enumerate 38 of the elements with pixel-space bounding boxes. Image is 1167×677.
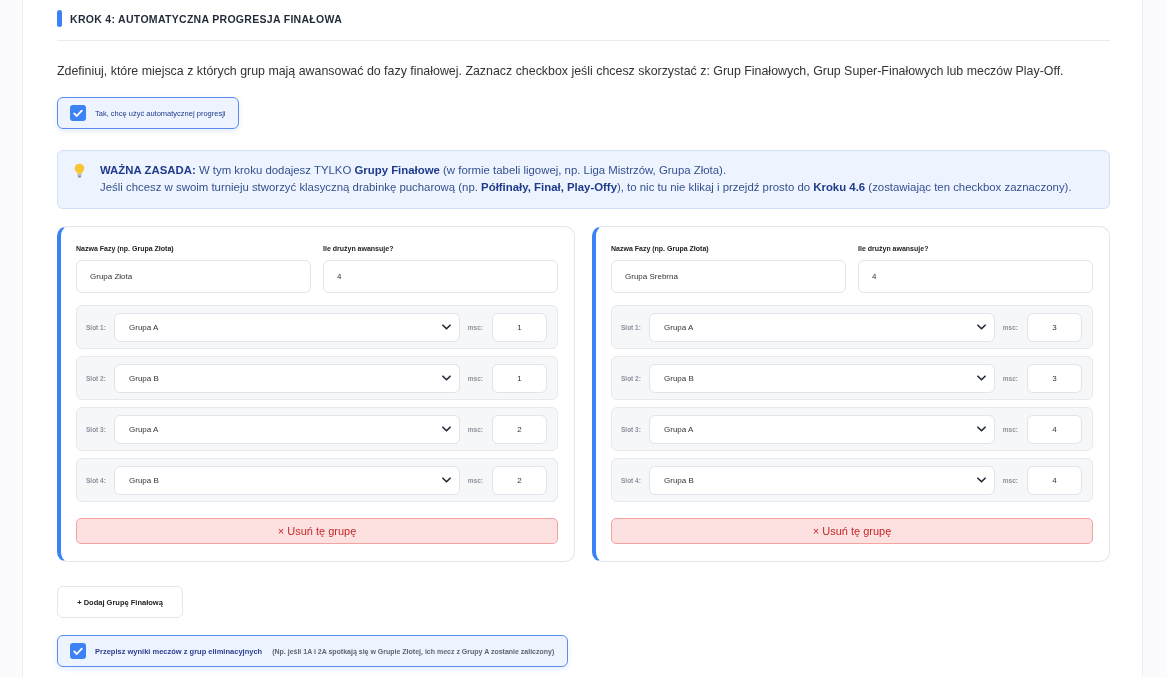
text-field[interactable]: Grupa Złota [76,260,311,293]
info-text: Jeśli chcesz w swoim turnieju stworzyć klasyczną drabinkę pucharową (np. Półfinały, Finał, Play-Offy), to nic tu nie klikaj i przejdź prosto do Kroku 4.6 (zostawiając ten checkbox zaznaczony). [100,180,1072,195]
place-field[interactable]: 1 [492,312,547,342]
group-dropdown[interactable]: Grupa A [114,312,460,342]
number-field[interactable]: 4 [323,260,558,293]
chevron-down-icon [441,375,451,381]
place-field[interactable]: 3 [1027,363,1082,393]
checkbox[interactable] [70,643,86,659]
lightbulb-icon [74,163,85,178]
group-dropdown[interactable]: Grupa B [649,465,995,495]
title-marker-icon [57,10,62,27]
step-title: KROK 4: AUTOMATYCZNA PROGRESJA FINAŁOWA [70,12,343,25]
chevron-down-icon [976,426,986,432]
chevron-down-icon [976,324,986,330]
group-dropdown[interactable]: Grupa A [114,414,460,444]
text-field[interactable]: Grupa Srebrna [611,260,846,293]
checkbox[interactable] [70,105,86,121]
place-field[interactable]: 4 [1027,465,1082,495]
group-dropdown[interactable]: Grupa A [649,414,995,444]
place-field[interactable]: 2 [492,465,547,495]
chevron-down-icon [441,324,451,330]
remove-group-button[interactable]: × Usuń tę grupę [611,518,1093,544]
place-field[interactable]: 2 [492,414,547,444]
group-dropdown[interactable]: Grupa B [114,465,460,495]
chevron-down-icon [441,477,451,483]
chevron-down-icon [441,426,451,432]
place-field[interactable]: 4 [1027,414,1082,444]
chevron-down-icon [976,375,986,381]
number-field[interactable]: 4 [858,260,1093,293]
chevron-down-icon [976,477,986,483]
group-dropdown[interactable]: Grupa B [649,363,995,393]
place-field[interactable]: 3 [1027,312,1082,342]
intro-text: Zdefiniuj, które miejsca z których grup mają awansować do fazy finałowej. Zaznacz checkbox jeśli chcesz skorzystać z: Grup Finałowych, Grup Super-Finałowych lub meczów Play-Off. [57,63,1065,80]
group-dropdown[interactable]: Grupa A [649,312,995,342]
place-field[interactable]: 1 [492,363,547,393]
info-text: WAŻNA ZASADA: W tym kroku dodajesz TYLKO Grupy Finałowe (w formie tabeli ligowej, np. Liga Mistrzów, Grupa Złota). [100,163,728,178]
remove-group-button[interactable]: × Usuń tę grupę [76,518,558,544]
group-dropdown[interactable]: Grupa B [114,363,460,393]
